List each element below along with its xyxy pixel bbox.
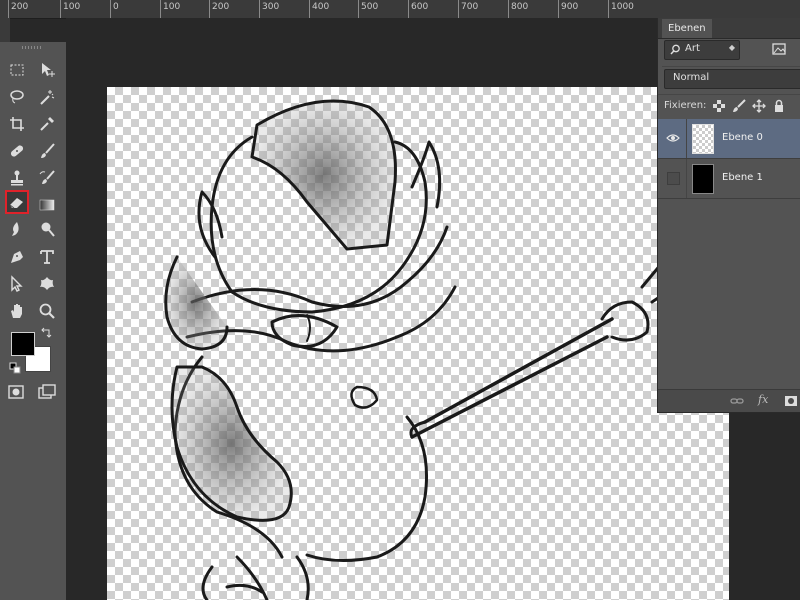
ruler-label: 500 — [358, 0, 378, 18]
lock-transparency-icon[interactable] — [712, 99, 726, 113]
lock-label: Fixieren: — [664, 100, 707, 111]
pen-icon — [11, 251, 23, 263]
crop-icon — [10, 117, 24, 131]
swap-colors-icon[interactable] — [40, 327, 52, 339]
layers-panel: Ebenen Art ◆ Normal Fixieren: Ebene 0 Eb… — [657, 18, 800, 413]
ruler-label: 800 — [508, 0, 528, 18]
document-canvas[interactable] — [107, 87, 729, 600]
character-sketch — [164, 99, 669, 600]
screen-mode-icon — [38, 384, 56, 399]
layer-filter-row: Art ◆ — [662, 40, 800, 60]
ruler-label: 1000 — [608, 0, 634, 18]
lock-all-icon[interactable] — [772, 99, 786, 113]
shape-icon — [40, 277, 54, 290]
layer-separator — [686, 119, 687, 158]
type-icon — [40, 250, 54, 264]
eraser-tool[interactable] — [5, 190, 29, 214]
layer-name[interactable]: Ebene 1 — [722, 172, 763, 183]
lasso-tool[interactable] — [6, 86, 28, 108]
layer-thumbnail — [692, 164, 714, 194]
image-filter-icon[interactable] — [772, 42, 786, 56]
link-icon[interactable] — [730, 394, 744, 408]
stamp-icon — [11, 170, 23, 186]
filter-kind-select[interactable]: Art ◆ — [664, 40, 740, 60]
tab-ebenen[interactable]: Ebenen — [662, 19, 712, 38]
arrow-icon — [11, 275, 23, 292]
dodge-icon — [41, 222, 55, 237]
ruler-label: 600 — [408, 0, 428, 18]
left-ruler — [0, 18, 10, 42]
ruler-label: 700 — [458, 0, 478, 18]
lasso-icon — [10, 90, 24, 104]
screen-mode-button[interactable] — [36, 381, 58, 403]
path-selection-tool[interactable] — [6, 273, 28, 295]
toolbox — [0, 42, 67, 600]
lock-position-icon[interactable] — [752, 99, 766, 113]
smudge-icon — [12, 222, 19, 236]
panel-tab-bar: Ebenen — [658, 18, 800, 39]
hand-tool[interactable] — [6, 300, 28, 322]
dodge-tool[interactable] — [36, 218, 58, 240]
search-icon — [670, 44, 680, 55]
eyedropper-icon — [40, 117, 54, 131]
top-ruler: 200 100 0 100 200 300 400 500 600 700 80… — [0, 0, 800, 19]
clone-stamp-tool[interactable] — [6, 167, 28, 189]
brush-icon — [41, 143, 55, 158]
ruler-label: 200 — [209, 0, 229, 18]
panel-footer: fx — [658, 389, 800, 412]
move-icon — [42, 63, 55, 77]
fx-icon[interactable]: fx — [758, 393, 768, 407]
pen-tool[interactable] — [6, 246, 28, 268]
mask-icon[interactable] — [784, 394, 798, 408]
healing-brush-tool[interactable] — [6, 140, 28, 162]
filter-kind-label: Art — [685, 43, 700, 54]
ruler-label: 200 — [8, 0, 28, 18]
magic-wand-icon — [40, 90, 55, 105]
brush-tool[interactable] — [36, 140, 58, 162]
layer-row-ebene-0[interactable]: Ebene 0 — [658, 119, 800, 159]
chevron-updown-icon: ◆ — [728, 43, 735, 52]
magnifier-icon — [39, 303, 55, 319]
visibility-toggle[interactable] — [667, 172, 680, 185]
ruler-label: 900 — [558, 0, 578, 18]
ruler-label: 300 — [259, 0, 279, 18]
blur-tool[interactable] — [6, 218, 28, 240]
blend-mode-row: Normal — [662, 66, 800, 89]
gradient-tool[interactable] — [36, 194, 58, 216]
blend-mode-select[interactable]: Normal — [664, 69, 800, 89]
layer-thumbnail — [692, 124, 714, 154]
ruler-label: 100 — [60, 0, 80, 18]
move-tool[interactable] — [36, 59, 58, 81]
layers-list: Ebene 0 Ebene 1 — [658, 119, 800, 199]
quick-mask-button[interactable] — [5, 381, 27, 403]
eyedropper-tool[interactable] — [36, 113, 58, 135]
ruler-label: 100 — [160, 0, 180, 18]
layer-separator — [686, 159, 687, 198]
ruler-label: 0 — [110, 0, 119, 18]
gradient-icon — [39, 199, 55, 211]
layer-row-ebene-1[interactable]: Ebene 1 — [658, 159, 800, 199]
type-tool[interactable] — [36, 246, 58, 268]
quick-mask-icon — [8, 385, 24, 399]
blend-mode-label: Normal — [673, 72, 710, 83]
foreground-color-swatch[interactable] — [11, 332, 35, 356]
layer-name[interactable]: Ebene 0 — [722, 132, 763, 143]
lock-pixels-brush-icon[interactable] — [732, 99, 746, 113]
eye-icon[interactable] — [666, 131, 680, 145]
crop-tool[interactable] — [6, 113, 28, 135]
eraser-icon — [9, 198, 23, 209]
toolbox-grip[interactable] — [22, 46, 42, 49]
history-brush-icon — [39, 170, 55, 184]
lock-row: Fixieren: — [658, 94, 800, 117]
bandage-icon — [10, 145, 24, 157]
magic-wand-tool[interactable] — [36, 86, 58, 108]
custom-shape-tool[interactable] — [36, 273, 58, 295]
history-brush-tool[interactable] — [36, 167, 58, 189]
default-colors-icon[interactable] — [9, 362, 21, 374]
hand-icon — [11, 304, 22, 318]
zoom-tool[interactable] — [36, 300, 58, 322]
rectangular-marquee-tool[interactable] — [6, 59, 28, 81]
marquee-icon — [10, 64, 24, 76]
ruler-label: 400 — [309, 0, 329, 18]
